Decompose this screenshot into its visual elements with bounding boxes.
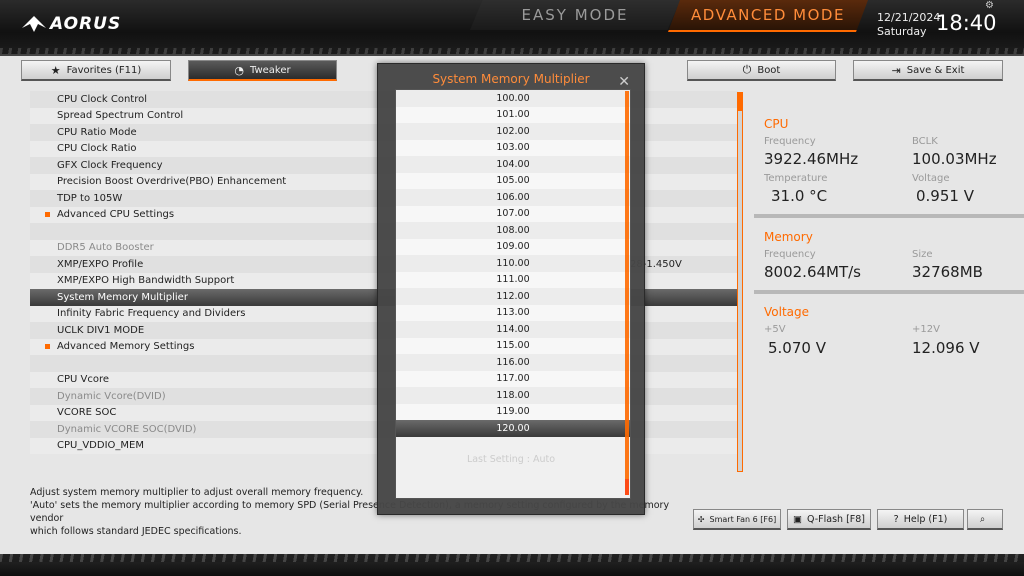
mem-freq-label: Frequency [764, 249, 816, 260]
tab-label: Save & Exit [906, 64, 965, 76]
temp-value: 31.0 °C [771, 187, 828, 205]
aorus-logo: AORUS [22, 10, 122, 38]
help-button[interactable]: ? Help (F1) [877, 509, 964, 530]
option-item[interactable]: 103.00 [396, 139, 630, 156]
mem-size-value: 32768MB [912, 263, 983, 281]
cpu-freq-value: 3922.46MHz [764, 150, 859, 168]
tab-boot[interactable]: ⏻ Boot [687, 60, 836, 81]
last-setting-text: Last Setting : Auto [466, 454, 556, 465]
easy-mode-tab[interactable]: EASY MODE [470, 0, 680, 30]
star-icon: ★ [50, 63, 61, 77]
day-text: Saturday [877, 25, 927, 38]
question-icon: ? [893, 513, 899, 525]
option-item[interactable]: 109.00 [396, 238, 630, 255]
cpu-section-title: CPU [764, 117, 789, 131]
voltage-value: 0.951 V [916, 187, 974, 205]
option-item[interactable]: 106.00 [396, 189, 630, 206]
v12-value: 12.096 V [912, 339, 980, 357]
power-icon: ⏻ [742, 63, 752, 76]
popup-title: System Memory Multiplier [432, 72, 590, 86]
smart-fan-button[interactable]: ✣ Smart Fan 6 [F6] [693, 509, 781, 530]
option-item[interactable]: 117.00 [396, 370, 630, 387]
search-icon: ⌕ [979, 513, 986, 525]
option-item-selected[interactable]: 120.00 [396, 420, 630, 437]
option-item[interactable]: 108.00 [396, 222, 630, 239]
option-item[interactable]: 114.00 [396, 321, 630, 338]
footer-bar [0, 554, 1024, 576]
speedometer-icon: ◔ [234, 63, 244, 77]
divider [754, 290, 1024, 294]
qflash-button[interactable]: ▣ Q-Flash [F8] [787, 509, 871, 530]
voltage-section-title: Voltage [764, 305, 810, 319]
close-icon[interactable]: ✕ [618, 74, 630, 90]
divider [754, 214, 1024, 218]
option-item[interactable]: 110.00 [396, 255, 630, 272]
tab-tweaker[interactable]: ◔ Tweaker [188, 60, 337, 81]
scrollbar-thumb[interactable] [738, 93, 742, 111]
option-item[interactable]: 104.00 [396, 156, 630, 173]
option-item[interactable]: 102.00 [396, 123, 630, 140]
option-item[interactable]: 115.00 [396, 337, 630, 354]
fan-icon: ✣ [697, 514, 705, 524]
memory-multiplier-popup: System Memory Multiplier ✕ 100.00 101.00… [377, 63, 645, 515]
v5-value: 5.070 V [768, 339, 826, 357]
option-item[interactable]: 111.00 [396, 271, 630, 288]
option-item[interactable]: 118.00 [396, 387, 630, 404]
v5-label: +5V [764, 324, 786, 335]
settings-scrollbar[interactable] [737, 92, 743, 472]
option-item[interactable]: 116.00 [396, 354, 630, 371]
bclk-value: 100.03MHz [912, 150, 997, 168]
option-list: 100.00 101.00 102.00 103.00 104.00 105.0… [395, 89, 631, 499]
option-item[interactable]: 107.00 [396, 205, 630, 222]
help-line: which follows standard JEDEC specificati… [30, 526, 242, 537]
mem-freq-value: 8002.64MT/s [764, 263, 862, 281]
bclk-label: BCLK [912, 136, 938, 147]
tab-label: Tweaker [249, 64, 291, 76]
tab-favorites[interactable]: ★ Favorites (F11) [21, 60, 171, 81]
temp-label: Temperature [764, 173, 828, 184]
exit-icon: ⇥ [891, 63, 901, 77]
hardware-info-panel: CPU Frequency 3922.46MHz BCLK 100.03MHz … [754, 92, 1024, 472]
cpu-freq-label: Frequency [764, 136, 816, 147]
option-item[interactable]: 100.00 [396, 90, 630, 107]
settings-gear-icon[interactable]: ⚙ [985, 0, 994, 11]
logo-text: AORUS [50, 14, 122, 34]
tab-label: Boot [757, 64, 781, 76]
clock: 18:40 [936, 11, 997, 35]
search-button[interactable]: ⌕ [967, 509, 1003, 530]
chip-icon: ▣ [793, 513, 802, 525]
header-bar: AORUS EASY MODE ADVANCED MODE 12/21/2024… [0, 0, 1024, 56]
popup-scrollbar-thumb[interactable] [625, 479, 629, 495]
tab-label: Favorites (F11) [66, 64, 142, 76]
memory-section-title: Memory [764, 230, 813, 244]
advanced-mode-tab[interactable]: ADVANCED MODE [668, 0, 868, 32]
option-item[interactable]: 113.00 [396, 304, 630, 321]
tab-save-exit[interactable]: ⇥ Save & Exit [853, 60, 1003, 81]
date-display: 12/21/2024 Saturday [877, 11, 940, 39]
date-text: 12/21/2024 [877, 11, 941, 24]
option-item[interactable]: 101.00 [396, 106, 630, 123]
voltage-label: Voltage [912, 173, 950, 184]
option-item[interactable]: 112.00 [396, 288, 630, 305]
option-item[interactable]: 105.00 [396, 172, 630, 189]
mem-size-label: Size [912, 249, 933, 260]
option-item[interactable]: 119.00 [396, 403, 630, 420]
popup-scrollbar[interactable] [625, 91, 629, 495]
eagle-icon [22, 16, 46, 32]
v12-label: +12V [912, 324, 940, 335]
